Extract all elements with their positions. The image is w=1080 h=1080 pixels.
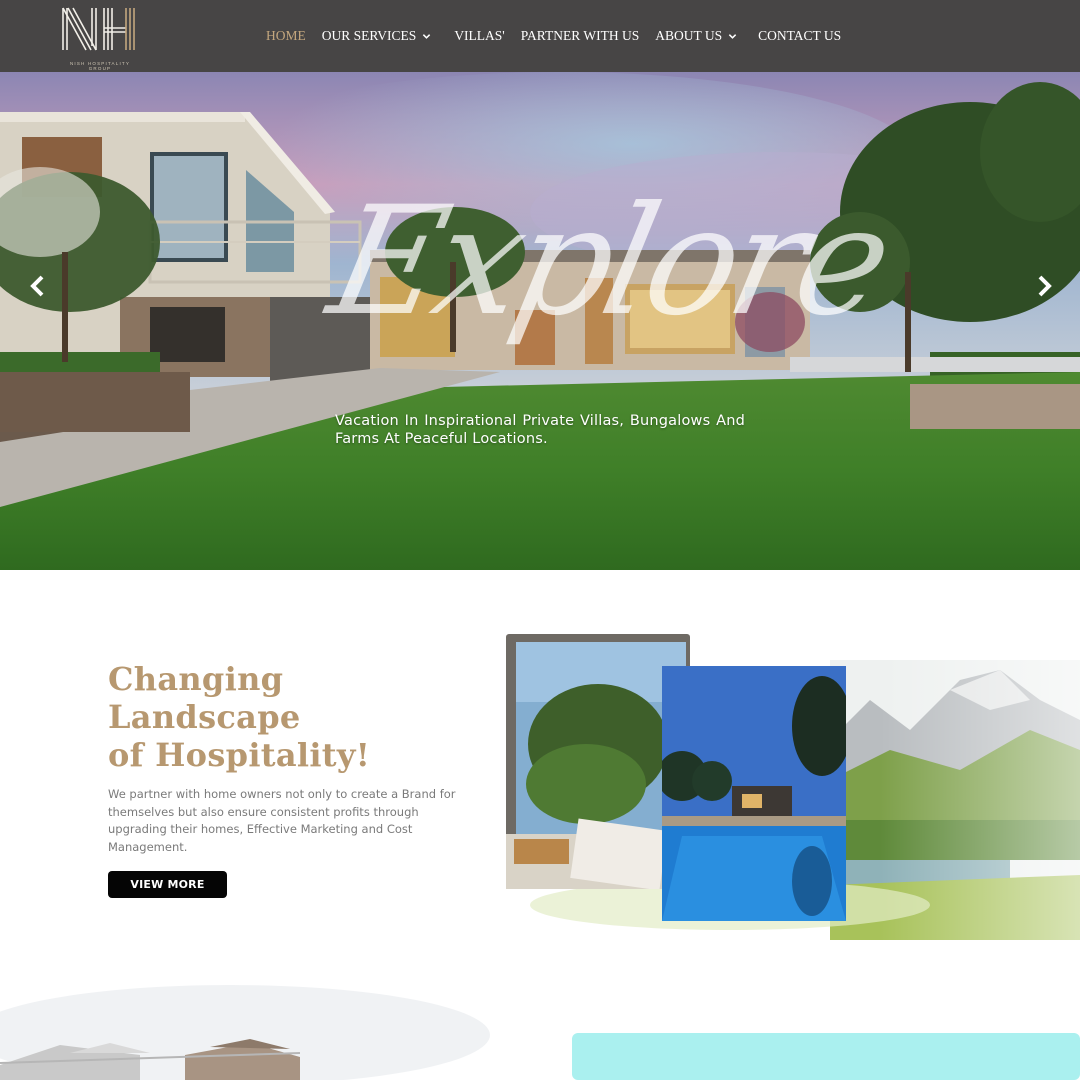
nav-item-label: VILLAS': [454, 28, 505, 43]
villa-pool-photo: [662, 666, 846, 921]
nav-item-about-us[interactable]: ABOUT US: [655, 28, 737, 44]
hero-slider: Explore Vacation In Inspirational Privat…: [0, 72, 1080, 570]
nav-item-villas[interactable]: VILLAS': [454, 28, 504, 44]
about-heading-line: Changing: [108, 660, 284, 698]
resort-preview-image: [0, 985, 1080, 1080]
chevron-down-icon: [728, 33, 737, 39]
brand-tagline: NISH HOSPITALITY GROUP: [69, 61, 131, 71]
about-heading: Changing Landscape of Hospitality!: [108, 660, 428, 774]
main-nav: HOME OUR SERVICES VILLAS' PARTNER WITH U…: [266, 0, 841, 72]
nav-item-home[interactable]: HOME: [266, 28, 306, 44]
site-header: NISH HOSPITALITY GROUP HOME OUR SERVICES…: [0, 0, 1080, 72]
view-more-button[interactable]: VIEW MORE: [108, 871, 227, 898]
chevron-down-icon: [423, 33, 431, 39]
nav-item-label: ABOUT US: [655, 28, 723, 43]
hero-caption: Vacation In Inspirational Private Villas…: [335, 413, 745, 447]
nav-item-our-services[interactable]: OUR SERVICES: [322, 28, 432, 44]
chevron-right-icon[interactable]: [1032, 274, 1056, 298]
nav-item-label: HOME: [266, 28, 306, 43]
about-heading-line: Landscape: [108, 698, 301, 736]
about-heading-line: of Hospitality!: [108, 736, 371, 774]
about-gallery: [500, 630, 1080, 940]
brand-logo[interactable]: NISH HOSPITALITY GROUP: [58, 6, 142, 71]
next-section-preview: [0, 975, 1080, 1080]
nav-item-label: OUR SERVICES: [321, 28, 417, 43]
chevron-left-icon[interactable]: [26, 274, 50, 298]
hero-script-heading: Explore: [316, 175, 901, 349]
nav-item-contact-us[interactable]: CONTACT US: [758, 28, 841, 44]
nh-monogram-icon: [62, 7, 135, 51]
nav-item-label: CONTACT US: [758, 28, 842, 43]
nav-item-label: PARTNER WITH US: [520, 28, 640, 43]
nav-item-partner-with-us[interactable]: PARTNER WITH US: [521, 28, 639, 44]
about-description: We partner with home owners not only to …: [108, 787, 456, 855]
